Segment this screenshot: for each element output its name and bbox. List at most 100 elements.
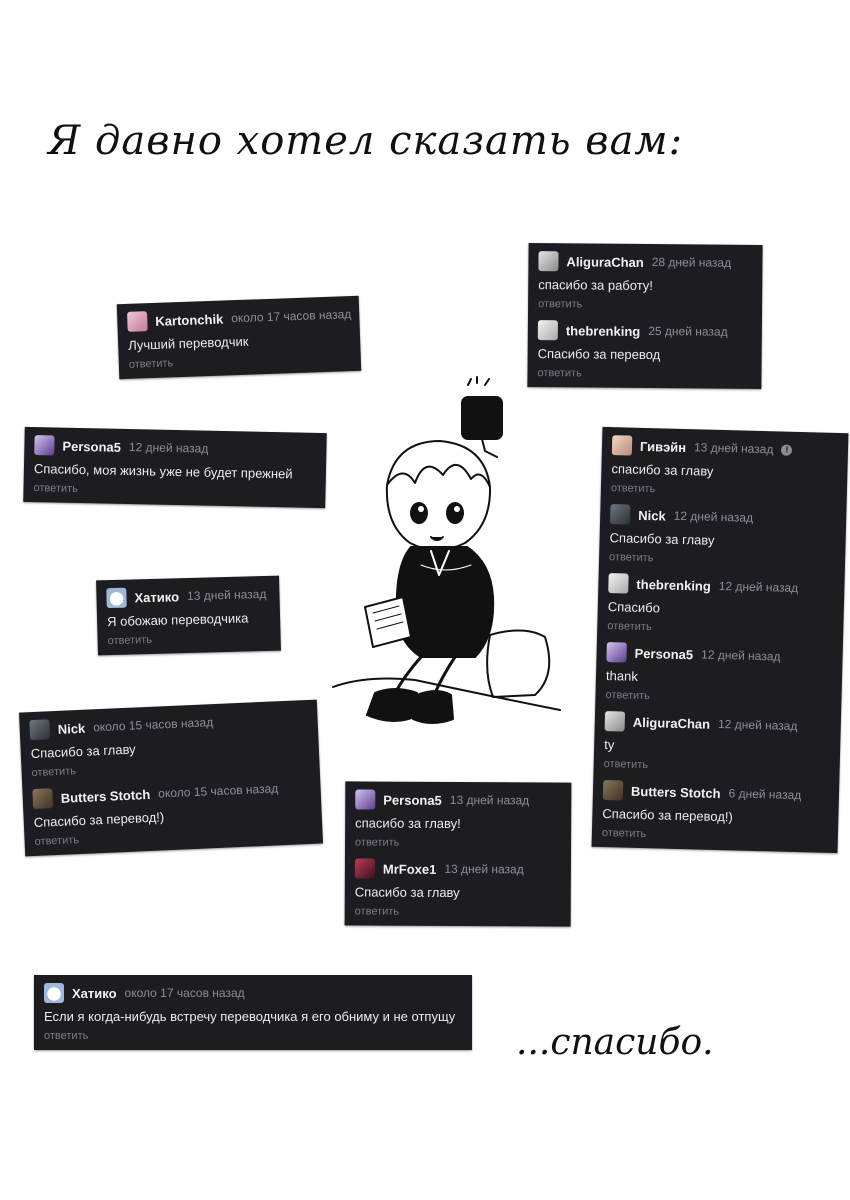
avatar-icon[interactable] [608,573,629,594]
reply-link[interactable]: ответить [607,620,833,638]
comment: Kartonchik около 17 часов назад Лучший п… [127,302,351,371]
reply-link[interactable]: ответить [129,351,351,371]
comment: AliguraChan 28 дней назад спасибо за раб… [538,249,753,312]
reply-link[interactable]: ответить [604,758,830,776]
username[interactable]: thebrenking [636,576,711,593]
timestamp: 12 дней назад [700,647,781,664]
username[interactable]: Хатико [72,986,117,1001]
comment-text: Я обожаю переводчика [106,610,249,630]
avatar-icon[interactable] [609,504,631,525]
comment-text: Спасибо за главу [609,530,715,548]
timestamp: около 17 часов назад [230,307,352,326]
username[interactable]: Kartonchik [155,311,223,328]
reply-link[interactable]: ответить [107,631,270,647]
comment-text: спасибо за главу! [355,815,461,832]
avatar-icon[interactable] [29,719,51,741]
comment-card-persona5-mrfoxe: Persona5 13 дней назад спасибо за главу!… [344,781,572,927]
avatar-icon[interactable] [355,789,376,810]
reply-link[interactable]: ответить [538,298,752,312]
username[interactable]: Хатико [134,589,179,605]
comment: Nick 12 дней назад Спасибо за главу отве… [609,502,837,569]
username[interactable]: AliguraChan [633,714,711,731]
chibi-character-illustration [332,376,561,724]
reply-link[interactable]: ответить [33,482,315,500]
avatar-icon[interactable] [602,779,624,801]
timestamp: 13 дней назад [449,792,530,808]
avatar-icon[interactable] [538,251,559,272]
closing-text: ...спасибо. [516,1022,714,1063]
comment-text: Спасибо, моя жизнь уже не будет прежней [33,461,293,482]
comment-card-persona5-life: Persona5 12 дней назад Спасибо, моя жизн… [23,426,327,509]
reply-link[interactable]: ответить [609,551,835,569]
comment-text: спасибо за работу! [538,277,654,294]
comment-card-hatiko-hug: Хатико около 17 часов назад Если я когда… [34,975,472,1050]
timestamp: 12 дней назад [717,716,798,734]
reply-link[interactable]: ответить [605,689,831,707]
comment-text: Спасибо за перевод [537,346,661,363]
comment: Persona5 13 дней назад спасибо за главу!… [355,787,561,849]
avatar-icon[interactable] [32,788,54,810]
timestamp: около 17 часов назад [124,986,245,1000]
timestamp: около 15 часов назад [157,781,279,801]
comment-text: thank [605,668,639,684]
avatar-icon[interactable] [106,587,127,609]
avatar-icon[interactable] [127,311,148,332]
avatar-icon[interactable] [354,858,375,879]
reply-link[interactable]: ответить [44,1030,462,1042]
avatar-icon[interactable] [537,320,558,341]
comment-card-aligura-thebrenking: AliguraChan 28 дней назад спасибо за раб… [527,242,763,390]
username[interactable]: Nick [57,720,85,736]
comment: Butters Stotch 6 дней назад Спасибо за п… [602,778,830,845]
comment: Гивэйн 13 дней назад ! спасибо за главу … [611,433,839,500]
comment-text: Лучший переводчик [127,333,249,353]
comment: MrFoxe1 13 дней назад Спасибо за главу о… [355,856,561,918]
reply-link[interactable]: ответить [611,482,837,500]
timestamp: 12 дней назад [718,578,799,596]
username[interactable]: Butters Stotch [631,783,721,800]
comment: Persona5 12 дней назад thank ответить [605,640,833,707]
comment: Persona5 12 дней назад Спасибо, моя жизн… [33,433,316,500]
comment: Хатико около 17 часов назад Если я когда… [44,981,462,1042]
avatar-icon[interactable] [611,435,633,456]
comment-text: ty [604,737,615,753]
avatar-icon[interactable] [606,642,627,663]
comment: Butters Stotch около 15 часов назад Спас… [32,775,312,848]
timestamp: около 15 часов назад [92,715,214,735]
timestamp: 12 дней назад [673,508,754,525]
reply-link[interactable]: ответить [355,905,561,918]
username[interactable]: Butters Stotch [60,786,150,805]
comment: thebrenking 12 дней назад Спасибо ответи… [607,571,835,638]
username[interactable]: AliguraChan [566,254,643,270]
reply-link[interactable]: ответить [355,836,561,849]
comment: AliguraChan 12 дней назад ty ответить [604,709,832,776]
comment-text: Спасибо за главу [354,884,460,901]
comment-card-hatiko-love: Хатико 13 дней назад Я обожаю переводчик… [96,575,281,656]
timestamp: 13 дней назад [186,586,267,604]
username[interactable]: Гивэйн [640,438,686,454]
comment-card-nick-butters: Nick около 15 часов назад Спасибо за гла… [19,699,323,857]
timestamp: 6 дней назад [728,786,802,803]
comment-card-kartonchik: Kartonchik около 17 часов назад Лучший п… [116,295,362,380]
username[interactable]: Persona5 [383,792,442,807]
reply-link[interactable]: ответить [602,827,828,845]
comment: Nick около 15 часов назад Спасибо за гла… [29,706,309,779]
timestamp: 12 дней назад [128,440,209,456]
page-heading: Я давно хотел сказать вам: [48,118,684,164]
timestamp: 13 дней назад [444,861,524,877]
warning-icon[interactable]: ! [781,444,793,456]
comment-text: Спасибо [607,599,661,616]
username[interactable]: MrFoxe1 [383,861,437,876]
comment: Хатико 13 дней назад Я обожаю переводчик… [106,582,271,647]
username[interactable]: Persona5 [634,645,693,662]
avatar-icon[interactable] [604,711,626,732]
comment-text: спасибо за главу [611,461,714,479]
username[interactable]: thebrenking [566,323,641,339]
username[interactable]: Persona5 [62,438,121,454]
avatar-icon[interactable] [34,435,55,456]
comment-text: Если я когда-нибудь встречу переводчика … [44,1009,456,1024]
username[interactable]: Nick [638,507,666,523]
timestamp: 25 дней назад [648,324,728,339]
avatar-icon[interactable] [44,983,64,1003]
comment-card-right-column: Гивэйн 13 дней назад ! спасибо за главу … [591,426,849,854]
comment-text: Спасибо за перевод!) [602,805,734,825]
